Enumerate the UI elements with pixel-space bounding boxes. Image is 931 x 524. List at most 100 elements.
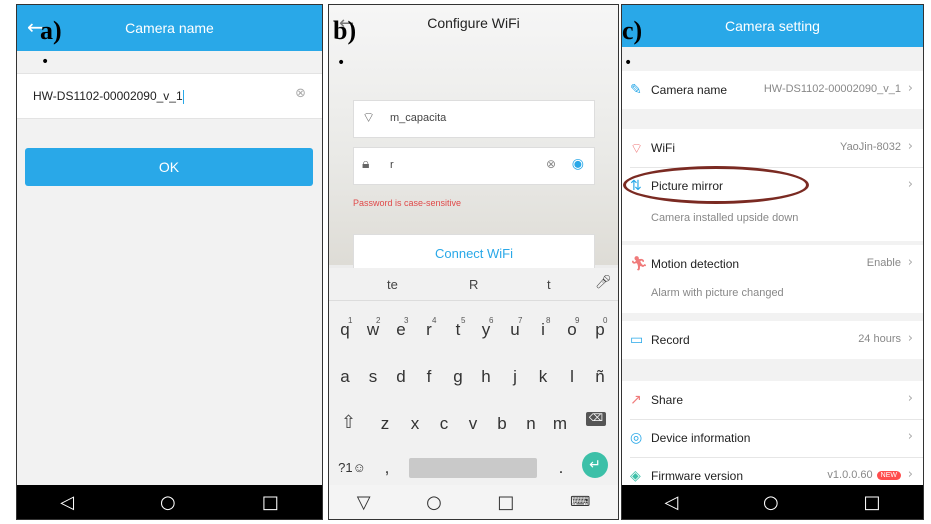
shift-icon[interactable]: ⇧ <box>341 412 356 433</box>
row-share[interactable]: ↗ Share › <box>622 381 923 419</box>
nav-back-icon[interactable]: ◁ <box>664 492 678 513</box>
key[interactable]: o9 <box>560 316 584 340</box>
key-row-1: q1 w2 e3 r4 t5 y6 u7 i8 o9 p0 <box>329 308 618 348</box>
symbols-key[interactable]: ?1☺ <box>335 460 369 475</box>
key[interactable]: s <box>361 367 385 387</box>
camera-icon: ◎ <box>630 430 643 446</box>
row-motion-detection[interactable]: 🏃︎ Motion detection Enable › <box>622 245 923 283</box>
key[interactable]: z <box>373 414 397 434</box>
key[interactable]: a <box>333 367 357 387</box>
chevron-right-icon: › <box>907 467 913 482</box>
layers-icon: ◈ <box>630 468 641 484</box>
settings-section: ↗ Share › ◎ Device information › ◈ Firmw… <box>622 381 923 491</box>
android-nav-bar: ▽ ○ □ ⌨ <box>329 485 618 519</box>
chevron-right-icon: › <box>907 391 913 406</box>
backspace-icon[interactable]: ⌫ <box>586 412 606 426</box>
key[interactable]: n <box>519 414 543 434</box>
settings-section: ▭ Record 24 hours › <box>622 321 923 359</box>
key[interactable]: v <box>461 414 485 434</box>
ok-button[interactable]: OK <box>25 148 313 186</box>
bullet-dot: • <box>337 55 346 71</box>
key[interactable]: y6 <box>474 316 498 340</box>
key[interactable]: m <box>548 414 572 434</box>
password-field[interactable]: 🔒︎ r ⊗ ◉ <box>353 147 595 185</box>
key-row-3: ⇧ z x c v b n m ⌫ <box>329 402 618 442</box>
clear-icon[interactable]: ⊗ <box>546 157 556 171</box>
connect-wifi-button[interactable]: Connect WiFi <box>353 234 595 272</box>
nav-home-icon[interactable]: ○ <box>160 492 176 513</box>
period-key[interactable]: . <box>549 458 573 478</box>
bullet-dot: • <box>41 54 50 70</box>
key[interactable]: d <box>389 367 413 387</box>
highlight-oval <box>623 166 809 204</box>
nav-home-icon[interactable]: ○ <box>763 492 779 513</box>
key[interactable]: w2 <box>361 316 385 340</box>
page-title: Configure WiFi <box>427 15 520 31</box>
app-bar: ← Camera name <box>17 5 322 51</box>
eye-icon[interactable]: ◉ <box>572 156 584 172</box>
lock-icon: 🔒︎ <box>362 156 370 172</box>
enter-icon[interactable]: ↵ <box>582 452 608 478</box>
key[interactable]: u7 <box>503 316 527 340</box>
row-wifi[interactable]: ⌔ WiFi YaoJin-8032 › <box>622 129 923 167</box>
key[interactable]: r4 <box>417 316 441 340</box>
key[interactable]: p0 <box>588 316 612 340</box>
ssid-field[interactable]: ⌔ m_capacita <box>353 100 595 138</box>
motion-detection-description: Alarm with picture changed <box>651 287 784 299</box>
nav-back-icon[interactable]: ◁ <box>60 492 74 513</box>
key[interactable]: h <box>474 367 498 387</box>
row-record[interactable]: ▭ Record 24 hours › <box>622 321 923 359</box>
camera-name-value: HW-DS1102-00002090_v_1 <box>33 89 183 103</box>
key[interactable]: l <box>560 367 584 387</box>
key[interactable]: q1 <box>333 316 357 340</box>
nav-recents-icon[interactable]: □ <box>497 492 514 513</box>
camera-name-input[interactable]: HW-DS1102-00002090_v_1 ⊗ <box>17 73 322 119</box>
settings-list: ✎ Camera name HW-DS1102-00002090_v_1 › ⌔… <box>622 51 923 491</box>
suggestion[interactable]: te <box>387 277 398 292</box>
keyboard-icon[interactable]: ⌨ <box>570 494 590 510</box>
key[interactable]: e3 <box>389 316 413 340</box>
running-person-icon: 🏃︎ <box>630 256 648 272</box>
row-device-information[interactable]: ◎ Device information › <box>622 419 923 457</box>
phone-camera-setting: Camera setting ✎ Camera name HW-DS1102-0… <box>621 4 924 520</box>
wifi-icon: ⌔ <box>630 141 644 157</box>
chevron-right-icon: › <box>907 429 913 444</box>
ssid-value: m_capacita <box>390 112 447 124</box>
microphone-icon[interactable]: 🎤︎ <box>595 275 612 290</box>
nav-back-icon[interactable]: ▽ <box>357 492 371 513</box>
app-bar: Camera setting <box>622 5 923 47</box>
nav-recents-icon[interactable]: □ <box>262 492 279 513</box>
nav-home-icon[interactable]: ○ <box>426 492 442 513</box>
comma-key[interactable]: , <box>375 458 399 478</box>
key[interactable]: b <box>490 414 514 434</box>
clear-icon[interactable]: ⊗ <box>295 86 306 101</box>
phone-camera-name: ← Camera name HW-DS1102-00002090_v_1 ⊗ O… <box>16 4 323 520</box>
page-title: Camera setting <box>725 18 820 34</box>
key[interactable]: f <box>417 367 441 387</box>
key[interactable]: k <box>531 367 555 387</box>
phone-configure-wifi: ← Configure WiFi ⌔ m_capacita 🔒︎ r ⊗ ◉ P… <box>328 4 619 520</box>
key[interactable]: j <box>503 367 527 387</box>
key[interactable]: i8 <box>531 316 555 340</box>
key[interactable]: c <box>432 414 456 434</box>
suggestion[interactable]: R <box>469 277 478 292</box>
space-bar[interactable] <box>409 458 537 478</box>
key[interactable]: ñ <box>588 367 612 387</box>
suggestion[interactable]: t <box>547 277 551 292</box>
settings-section: ✎ Camera name HW-DS1102-00002090_v_1 › <box>622 71 923 109</box>
panel-label-c: c) <box>622 16 643 45</box>
chevron-right-icon: › <box>907 331 913 346</box>
chevron-right-icon: › <box>907 139 913 154</box>
edit-icon: ✎ <box>630 82 642 98</box>
key-row-4: ?1☺ , . ↵ <box>329 446 618 486</box>
password-value: r <box>390 159 394 171</box>
key[interactable]: x <box>403 414 427 434</box>
chevron-right-icon: › <box>907 81 913 96</box>
soft-keyboard: te R t 🎤︎ q1 w2 e3 r4 t5 y6 u7 i8 o9 p0 … <box>329 268 618 485</box>
row-camera-name[interactable]: ✎ Camera name HW-DS1102-00002090_v_1 › <box>622 71 923 109</box>
key[interactable]: g <box>446 367 470 387</box>
panel-label-b: b) <box>333 16 357 45</box>
key-row-2: a s d f g h j k l ñ <box>329 355 618 395</box>
nav-recents-icon[interactable]: □ <box>864 492 881 513</box>
key[interactable]: t5 <box>446 316 470 340</box>
